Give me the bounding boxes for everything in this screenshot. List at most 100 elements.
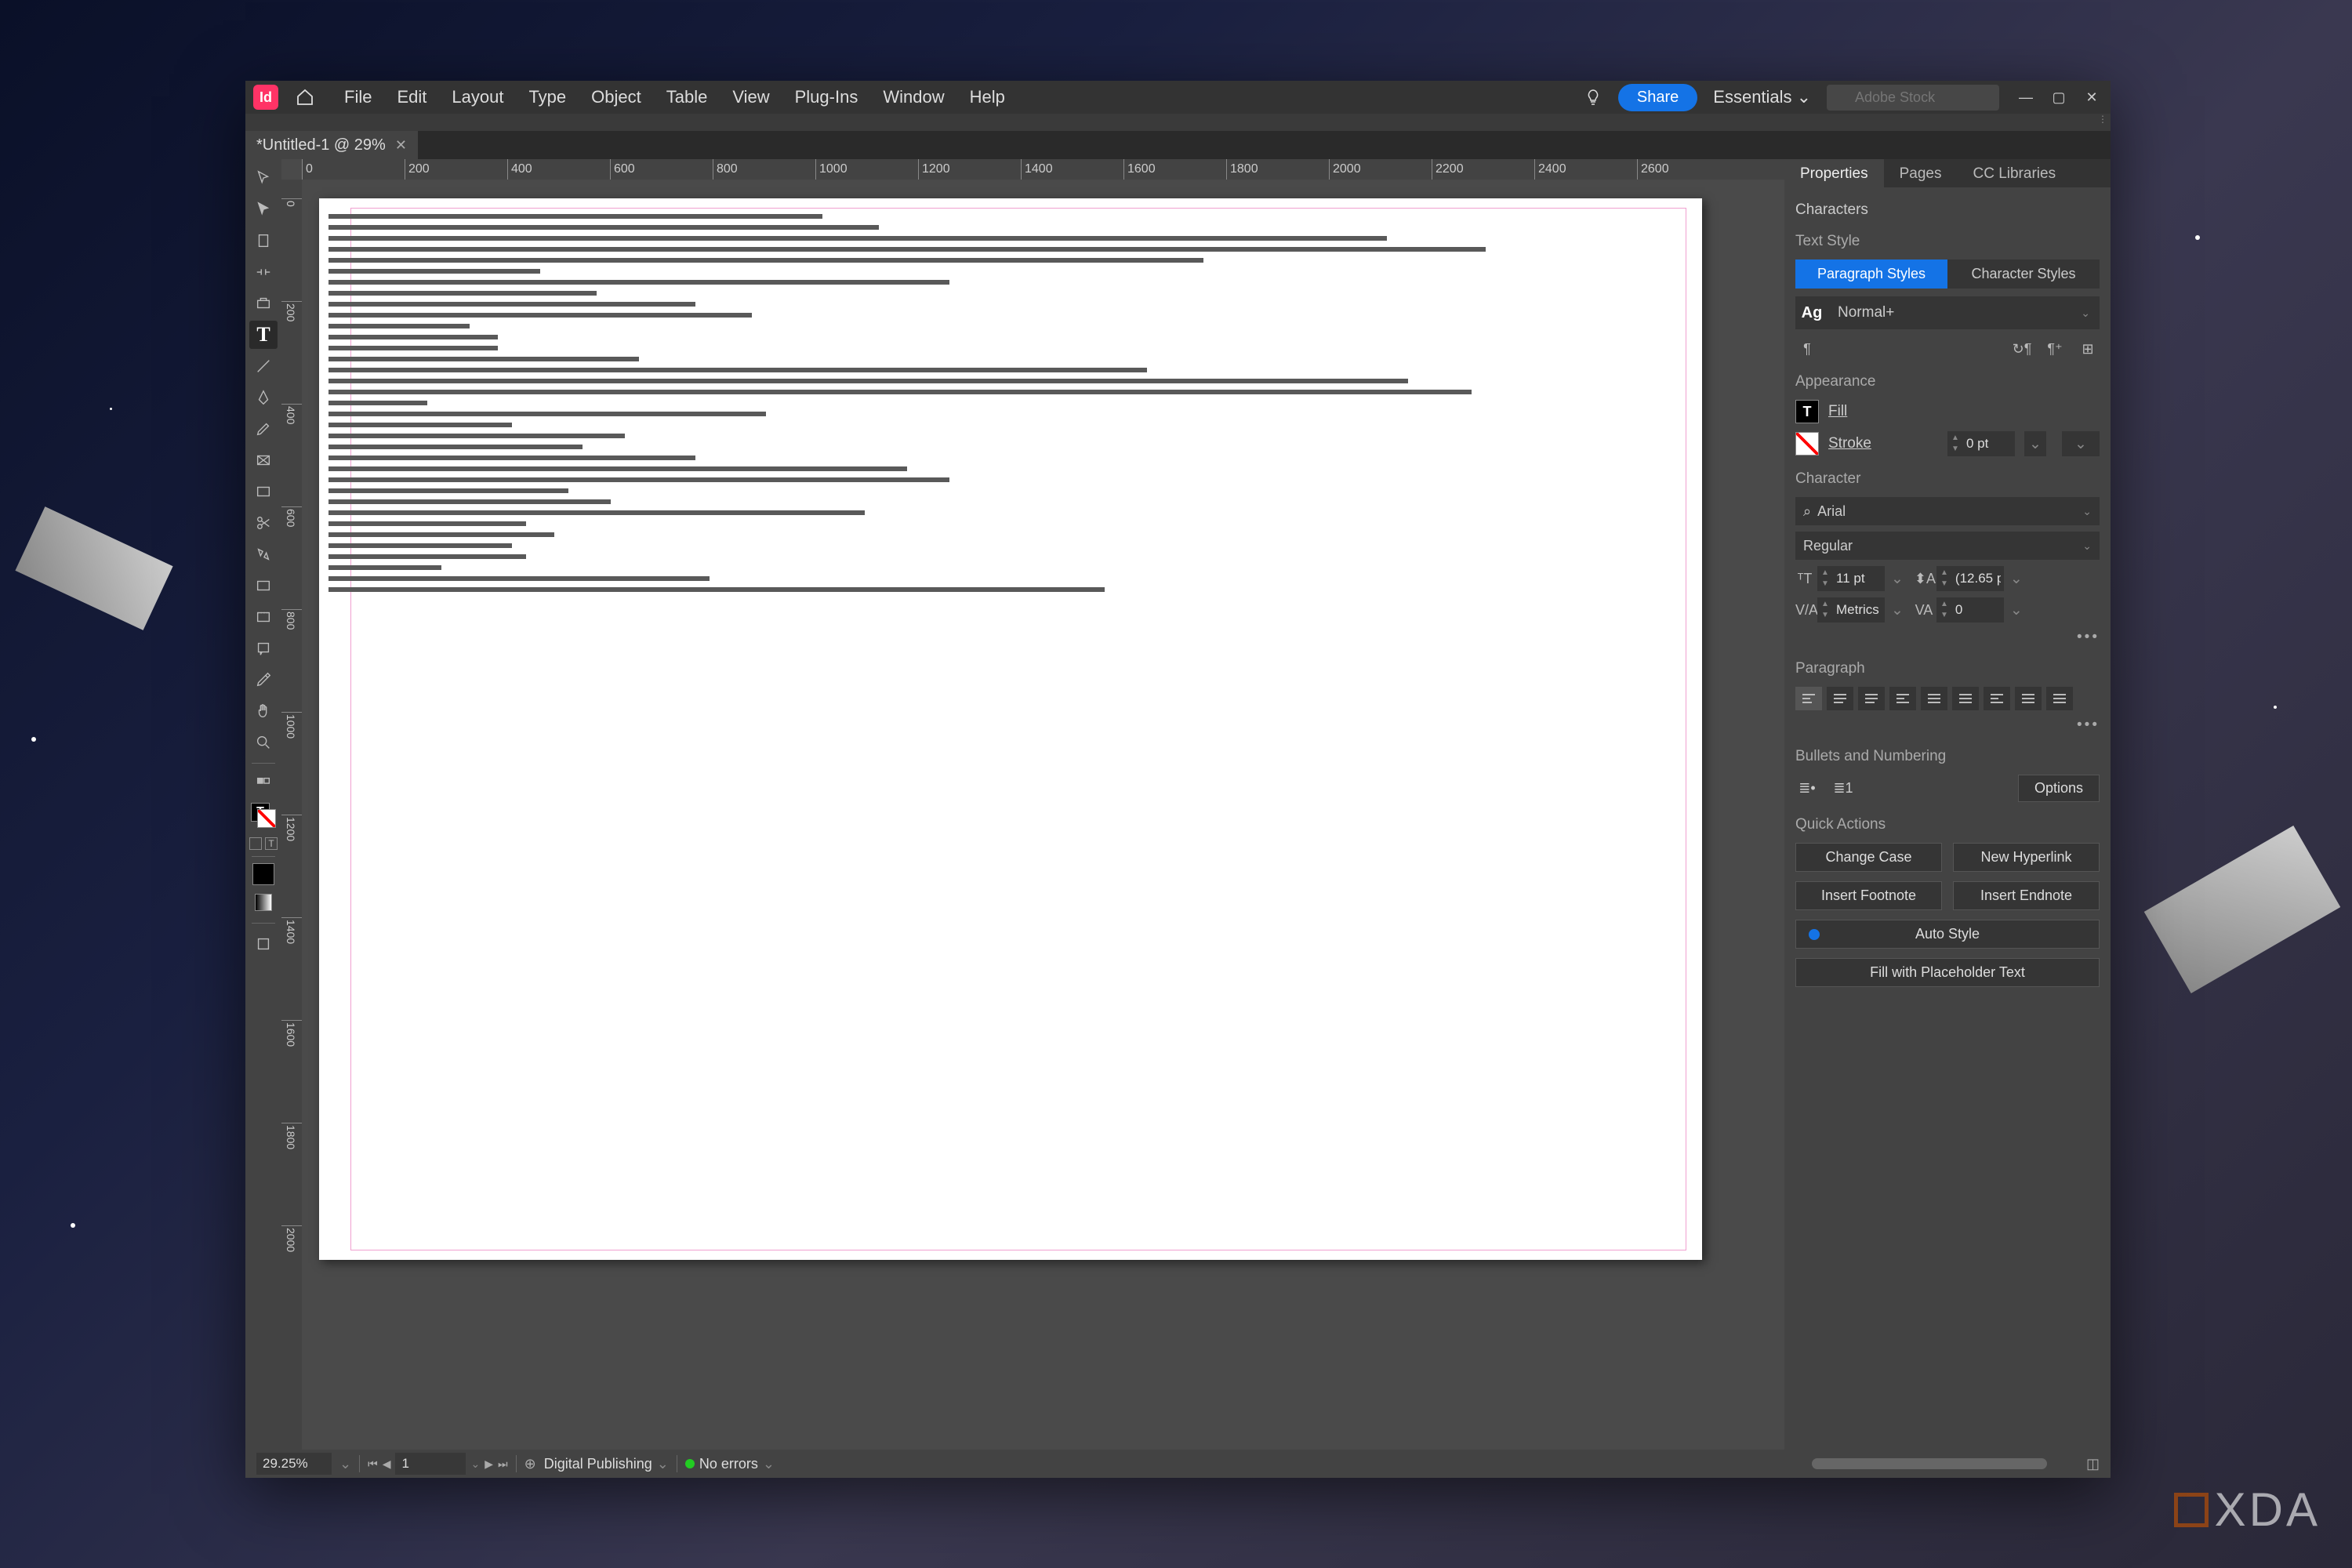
rectangle-frame-tool[interactable] [249, 446, 278, 474]
bulleted-list-icon[interactable]: ≣• [1795, 779, 1819, 799]
close-button[interactable]: ✕ [2081, 86, 2103, 108]
menu-edit[interactable]: Edit [384, 87, 439, 107]
tracking-input[interactable]: ▲▼ [1936, 597, 2004, 622]
menu-object[interactable]: Object [579, 87, 654, 107]
next-page-icon[interactable]: ▶ [485, 1457, 493, 1471]
gradient-feather-tool[interactable] [249, 603, 278, 631]
font-family-dropdown[interactable]: ⌕ Arial ⌄ [1795, 497, 2100, 525]
vertical-ruler[interactable]: 0200400600800100012001400160018002000 [281, 180, 302, 1450]
chevron-down-icon[interactable]: ⌄ [2007, 601, 2026, 619]
clear-character-style-icon[interactable]: ¶⁺ [2043, 339, 2067, 359]
selection-tool[interactable] [249, 164, 278, 192]
menu-window[interactable]: Window [870, 87, 956, 107]
align-left-button[interactable] [1795, 687, 1822, 710]
new-hyperlink-button[interactable]: New Hyperlink [1953, 843, 2100, 872]
hints-button[interactable] [1579, 83, 1607, 111]
font-style-dropdown[interactable]: Regular ⌄ [1795, 532, 2100, 560]
first-page-icon[interactable]: ⏮ [368, 1457, 378, 1471]
kerning-input[interactable]: ▲▼ [1817, 597, 1885, 622]
maximize-button[interactable]: ▢ [2048, 86, 2070, 108]
eyedropper-tool[interactable] [249, 666, 278, 694]
format-affects[interactable]: T [249, 837, 278, 850]
view-mode[interactable] [249, 930, 278, 958]
zoom-level-input[interactable] [256, 1453, 332, 1475]
horizontal-ruler[interactable]: 0200400600800100012001400160018002000220… [302, 159, 1784, 180]
stroke-swatch[interactable] [1795, 432, 1819, 456]
direct-selection-tool[interactable] [249, 195, 278, 223]
change-case-button[interactable]: Change Case [1795, 843, 1942, 872]
auto-style-button[interactable]: Auto Style [1795, 920, 2100, 949]
line-tool[interactable] [249, 352, 278, 380]
zoom-tool[interactable] [249, 728, 278, 757]
align-away-spine-button[interactable] [2046, 687, 2073, 710]
scissors-tool[interactable] [249, 509, 278, 537]
insert-footnote-button[interactable]: Insert Footnote [1795, 881, 1942, 910]
panel-tab-pages[interactable]: Pages [1884, 159, 1958, 187]
leading-input[interactable]: ▲▼ [1936, 566, 2004, 591]
stroke-label[interactable]: Stroke [1828, 435, 1871, 452]
font-size-input[interactable]: ▲▼ [1817, 566, 1885, 591]
paragraph-styles-tab[interactable]: Paragraph Styles [1795, 260, 1947, 289]
split-view-icon[interactable]: ◫ [2086, 1456, 2100, 1472]
rectangle-tool[interactable] [249, 477, 278, 506]
minimize-button[interactable]: — [2015, 86, 2037, 108]
fill-placeholder-button[interactable]: Fill with Placeholder Text [1795, 958, 2100, 987]
panel-tab-cc-libraries[interactable]: CC Libraries [1957, 159, 2071, 187]
chevron-down-icon[interactable]: ⌄ [1888, 601, 1907, 619]
menu-help[interactable]: Help [957, 87, 1018, 107]
control-bar-grip[interactable]: ⋮ [2095, 114, 2111, 131]
note-tool[interactable] [249, 634, 278, 662]
bullets-options-button[interactable]: Options [2018, 775, 2100, 802]
clear-overrides-icon[interactable]: ¶ [1795, 339, 1819, 359]
menu-type[interactable]: Type [516, 87, 579, 107]
chevron-down-icon[interactable]: ⌄ [470, 1457, 480, 1471]
share-button[interactable]: Share [1618, 84, 1697, 111]
paragraph-style-dropdown[interactable]: Normal+ ⌄ [1828, 296, 2100, 329]
gap-tool[interactable] [249, 258, 278, 286]
stroke-type-dropdown[interactable]: ⌄ [2024, 431, 2046, 456]
paragraph-more-options[interactable]: ••• [1795, 717, 2100, 734]
last-page-icon[interactable]: ⏭ [498, 1457, 508, 1471]
page-number-input[interactable] [395, 1453, 466, 1475]
color-theme-tool[interactable] [249, 770, 278, 798]
adobe-stock-search[interactable] [1827, 85, 1999, 111]
gradient-swatch-tool[interactable] [249, 572, 278, 600]
open-navigator-icon[interactable]: ⊕ [524, 1456, 536, 1472]
insert-endnote-button[interactable]: Insert Endnote [1953, 881, 2100, 910]
close-tab-icon[interactable]: ✕ [395, 137, 407, 154]
menu-view[interactable]: View [720, 87, 782, 107]
free-transform-tool[interactable] [249, 540, 278, 568]
new-style-icon[interactable]: ⊞ [2076, 339, 2100, 359]
chevron-down-icon[interactable]: ⌄ [339, 1456, 351, 1472]
apply-gradient[interactable] [249, 888, 278, 916]
character-styles-tab[interactable]: Character Styles [1947, 260, 2100, 289]
document-viewport[interactable] [302, 180, 1784, 1450]
align-right-button[interactable] [1858, 687, 1885, 710]
intent-dropdown[interactable]: Digital Publishing ⌄ [544, 1456, 669, 1472]
chevron-down-icon[interactable]: ⌄ [2007, 570, 2026, 588]
justify-center-button[interactable] [1921, 687, 1947, 710]
workspace-dropdown[interactable]: Essentials ⌄ [1713, 87, 1811, 107]
prev-page-icon[interactable]: ◀ [383, 1457, 391, 1471]
redefine-style-icon[interactable]: ↻¶ [2010, 339, 2034, 359]
chevron-down-icon[interactable]: ⌄ [1888, 570, 1907, 588]
type-tool[interactable]: T [249, 321, 278, 349]
menu-layout[interactable]: Layout [439, 87, 516, 107]
justify-right-button[interactable] [1952, 687, 1979, 710]
menu-file[interactable]: File [332, 87, 384, 107]
pen-tool[interactable] [249, 383, 278, 412]
character-more-options[interactable]: ••• [1795, 629, 2100, 646]
pencil-tool[interactable] [249, 415, 278, 443]
fill-stroke-swatch[interactable]: T [249, 801, 278, 829]
default-fill-swatch[interactable] [252, 863, 274, 885]
hand-tool[interactable] [249, 697, 278, 725]
menu-plugins[interactable]: Plug-Ins [782, 87, 871, 107]
stroke-weight-input[interactable]: ▲▼ [1947, 431, 2015, 456]
horizontal-scrollbar[interactable] [1812, 1458, 2047, 1469]
menu-table[interactable]: Table [654, 87, 720, 107]
align-toward-spine-button[interactable] [2015, 687, 2042, 710]
text-frame[interactable] [319, 208, 1702, 1250]
justify-left-button[interactable] [1889, 687, 1916, 710]
align-center-button[interactable] [1827, 687, 1853, 710]
panel-tab-properties[interactable]: Properties [1784, 159, 1884, 187]
